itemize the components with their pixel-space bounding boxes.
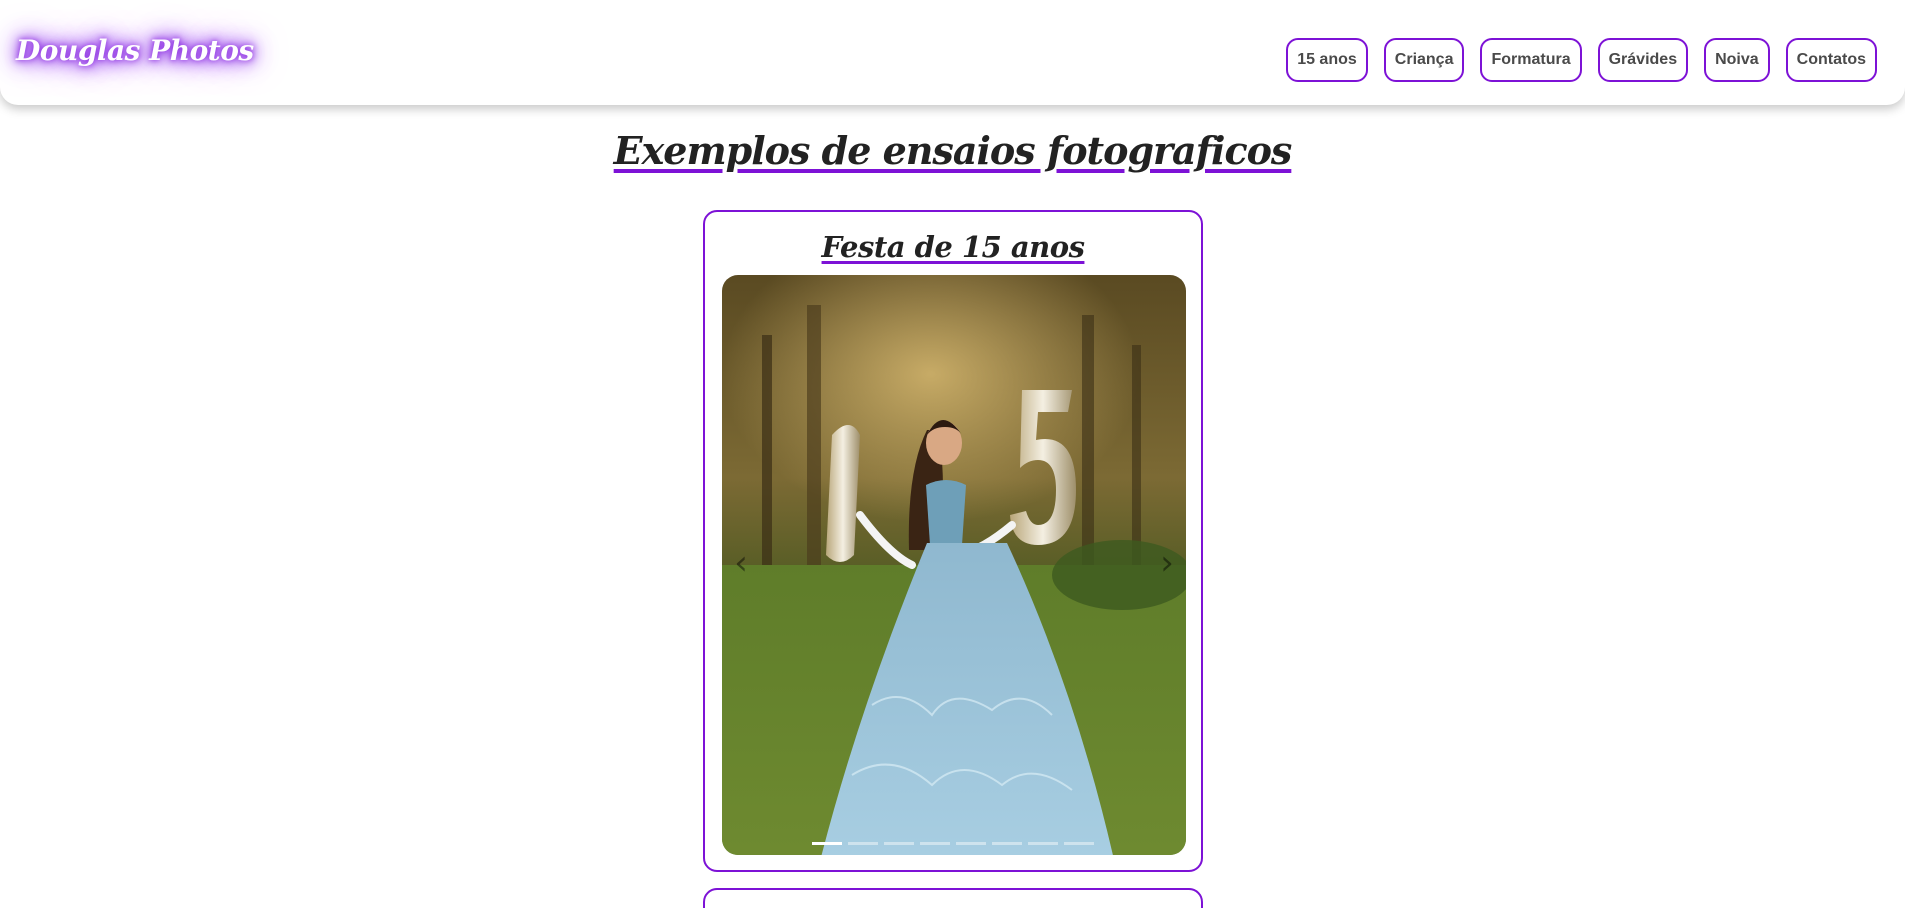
- page-title: Exemplos de ensaios fotograficos: [0, 128, 1905, 173]
- carousel-indicator[interactable]: [884, 842, 914, 845]
- photo-carousel[interactable]: ‹ ›: [722, 275, 1186, 855]
- carousel-photo: [722, 275, 1186, 855]
- navbar: Douglas Photos 15 anos Criança Formatura…: [0, 0, 1905, 105]
- nav-item-contatos[interactable]: Contatos: [1785, 38, 1877, 82]
- carousel-indicator[interactable]: [992, 842, 1022, 845]
- gallery-card-15-anos: Festa de 15 anos ‹ ›: [703, 210, 1203, 872]
- carousel-indicator[interactable]: [1028, 842, 1058, 845]
- nav-item-15-anos[interactable]: 15 anos: [1286, 38, 1368, 82]
- chevron-left-icon[interactable]: ‹: [726, 541, 756, 585]
- brand-logo[interactable]: Douglas Photos: [16, 34, 254, 67]
- main-nav: 15 anos Criança Formatura Grávides Noiva…: [1286, 38, 1877, 82]
- nav-item-crianca[interactable]: Criança: [1383, 38, 1465, 82]
- carousel-indicator[interactable]: [848, 842, 878, 845]
- card-title: Festa de 15 anos: [705, 230, 1201, 264]
- nav-item-noiva[interactable]: Noiva: [1704, 38, 1770, 82]
- gallery-card-next: [703, 888, 1203, 908]
- page-title-text: Exemplos de ensaios fotograficos: [613, 128, 1293, 173]
- carousel-indicator[interactable]: [812, 842, 842, 845]
- carousel-indicator[interactable]: [1064, 842, 1094, 845]
- card-title-text: Festa de 15 anos: [821, 230, 1085, 264]
- nav-item-formatura[interactable]: Formatura: [1480, 38, 1582, 82]
- nav-item-gravides[interactable]: Grávides: [1597, 38, 1689, 82]
- carousel-indicator[interactable]: [920, 842, 950, 845]
- carousel-indicators: [812, 842, 1094, 845]
- carousel-indicator[interactable]: [956, 842, 986, 845]
- chevron-right-icon[interactable]: ›: [1152, 541, 1182, 585]
